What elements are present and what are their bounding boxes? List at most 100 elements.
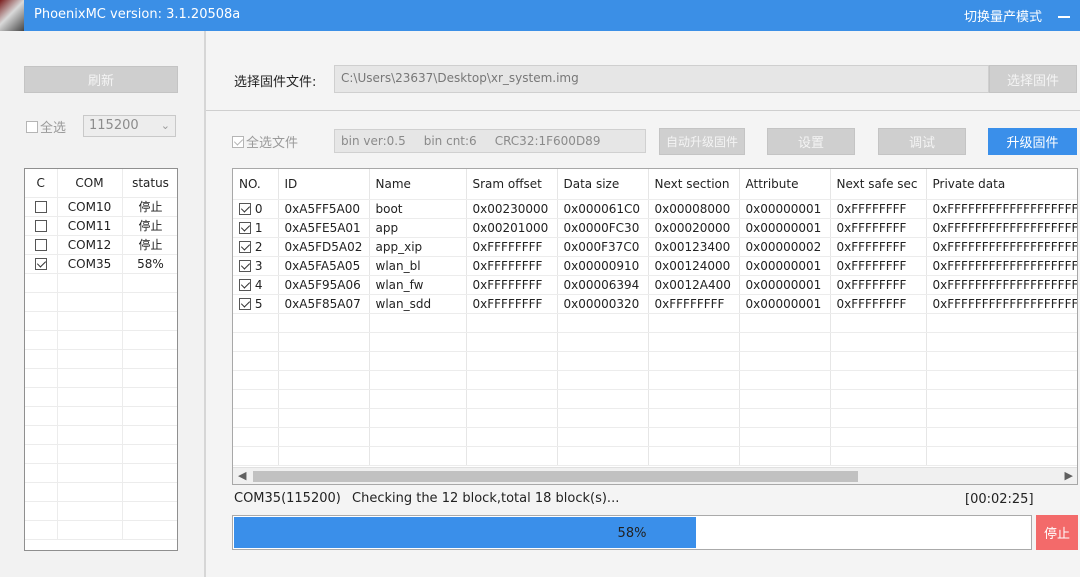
status-port: COM35(115200): [234, 491, 341, 506]
empty-cell: [25, 501, 58, 521]
firmware-sections-table: NO. ID Name Sram offset Data size Next s…: [232, 168, 1078, 485]
attribute: 0x00000002: [739, 237, 831, 257]
row-no-cell[interactable]: 5: [233, 294, 279, 314]
com-empty-row: [25, 349, 177, 369]
debug-button[interactable]: 调试: [878, 128, 966, 155]
com-status: 停止: [122, 235, 177, 255]
section-name: wlan_bl: [369, 256, 467, 276]
row-number: 5: [254, 296, 263, 311]
refresh-button[interactable]: 刷新: [24, 66, 178, 93]
upgrade-firmware-button[interactable]: 升级固件: [988, 128, 1077, 155]
table-row[interactable]: 4 0xA5F95A06 wlan_fw 0xFFFFFFFF 0x00006394 0x…: [233, 275, 1077, 295]
select-all-files-checkbox[interactable]: [232, 135, 244, 148]
col-header-sram-offset: Sram offset: [466, 169, 558, 200]
empty-cell: [466, 408, 558, 428]
row-checkbox[interactable]: [239, 260, 251, 272]
com-empty-row: [25, 330, 177, 350]
section-id: 0xA5F95A06: [278, 275, 370, 295]
empty-cell: [926, 408, 1077, 428]
row-checkbox[interactable]: [239, 203, 251, 215]
row-no-cell[interactable]: 3: [233, 256, 279, 276]
row-checkbox[interactable]: [239, 222, 251, 234]
firmware-path-field[interactable]: C:\Users\23637\Desktop\xr_system.img: [334, 65, 989, 93]
empty-cell: [648, 351, 740, 371]
empty-cell: [557, 446, 649, 466]
scrollbar-thumb[interactable]: [253, 471, 858, 482]
row-checkbox[interactable]: [239, 241, 251, 253]
auto-upgrade-button[interactable]: 自动升级固件: [659, 128, 745, 155]
empty-cell: [25, 444, 58, 464]
scroll-right-icon[interactable]: ▶: [1065, 469, 1073, 482]
com-row[interactable]: COM12 停止: [25, 235, 177, 255]
empty-cell: [122, 406, 177, 426]
mode-switch-button[interactable]: 切换量产模式: [964, 6, 1042, 25]
empty-cell: [57, 425, 123, 445]
private-data: 0xFFFFFFFFFFFFFFFFFFFF: [926, 275, 1077, 295]
empty-cell: [122, 425, 177, 445]
com-checkbox[interactable]: [34, 258, 47, 270]
select-firmware-button[interactable]: 选择固件: [989, 65, 1077, 93]
com-row[interactable]: COM10 停止: [25, 197, 177, 217]
empty-cell: [233, 446, 279, 466]
empty-cell: [122, 273, 177, 293]
select-all-files[interactable]: 全选文件: [232, 132, 298, 151]
scroll-left-icon[interactable]: ◀: [238, 469, 246, 482]
empty-cell: [369, 370, 467, 390]
com-name: COM11: [57, 216, 123, 236]
com-row-check[interactable]: [25, 235, 58, 255]
select-all-ports[interactable]: 全选: [26, 117, 66, 136]
empty-cell: [233, 370, 279, 390]
table-row[interactable]: 2 0xA5FD5A02 app_xip 0xFFFFFFFF 0x000F37C0 0x…: [233, 237, 1077, 257]
horizontal-scrollbar[interactable]: ◀ ▶: [233, 467, 1077, 484]
com-checkbox[interactable]: [34, 201, 47, 213]
empty-cell: [25, 273, 58, 293]
empty-cell: [466, 389, 558, 409]
table-row[interactable]: 0 0xA5FF5A00 boot 0x00230000 0x000061C0 0x000…: [233, 199, 1077, 219]
empty-cell: [557, 313, 649, 333]
empty-cell: [57, 406, 123, 426]
next-safe-sec: 0xFFFFFFFF: [830, 199, 927, 219]
com-row-check[interactable]: [25, 254, 58, 274]
next-safe-sec: 0xFFFFFFFF: [830, 275, 927, 295]
table-row[interactable]: 1 0xA5FE5A01 app 0x00201000 0x0000FC30 0x0002…: [233, 218, 1077, 238]
row-number: 0: [254, 201, 263, 216]
empty-cell: [466, 370, 558, 390]
next-safe-sec: 0xFFFFFFFF: [830, 294, 927, 314]
stop-button[interactable]: 停止: [1036, 515, 1078, 550]
empty-cell: [25, 406, 58, 426]
row-no-cell[interactable]: 1: [233, 218, 279, 238]
row-checkbox[interactable]: [239, 279, 251, 291]
com-empty-row: [25, 311, 177, 331]
empty-cell: [739, 351, 831, 371]
com-empty-row: [25, 501, 177, 521]
empty-cell: [233, 313, 279, 333]
com-row[interactable]: COM11 停止: [25, 216, 177, 236]
empty-cell: [557, 370, 649, 390]
empty-cell: [25, 292, 58, 312]
empty-cell: [739, 389, 831, 409]
com-checkbox[interactable]: [34, 239, 47, 251]
row-no-cell[interactable]: 0: [233, 199, 279, 219]
empty-cell: [122, 349, 177, 369]
table-row[interactable]: 5 0xA5F85A07 wlan_sdd 0xFFFFFFFF 0x00000320 0…: [233, 294, 1077, 314]
com-row-check[interactable]: [25, 197, 58, 217]
com-row-check[interactable]: [25, 216, 58, 236]
empty-cell: [25, 463, 58, 483]
minimize-icon[interactable]: [1058, 16, 1070, 18]
baud-rate-select[interactable]: 115200 ⌄: [83, 115, 176, 137]
com-row[interactable]: COM35 58%: [25, 254, 177, 274]
empty-row: [233, 332, 1077, 352]
row-checkbox[interactable]: [239, 298, 251, 310]
row-no-cell[interactable]: 2: [233, 237, 279, 257]
empty-cell: [278, 446, 370, 466]
data-size: 0x00006394: [557, 275, 649, 295]
com-checkbox[interactable]: [34, 220, 47, 232]
settings-button[interactable]: 设置: [767, 128, 855, 155]
row-no-cell[interactable]: 4: [233, 275, 279, 295]
empty-cell: [466, 332, 558, 352]
table-row[interactable]: 3 0xA5FA5A05 wlan_bl 0xFFFFFFFF 0x00000910 0x…: [233, 256, 1077, 276]
empty-cell: [830, 427, 927, 447]
select-all-checkbox[interactable]: [26, 120, 38, 133]
elapsed-time: [00:02:25]: [965, 492, 1034, 507]
empty-cell: [648, 332, 740, 352]
